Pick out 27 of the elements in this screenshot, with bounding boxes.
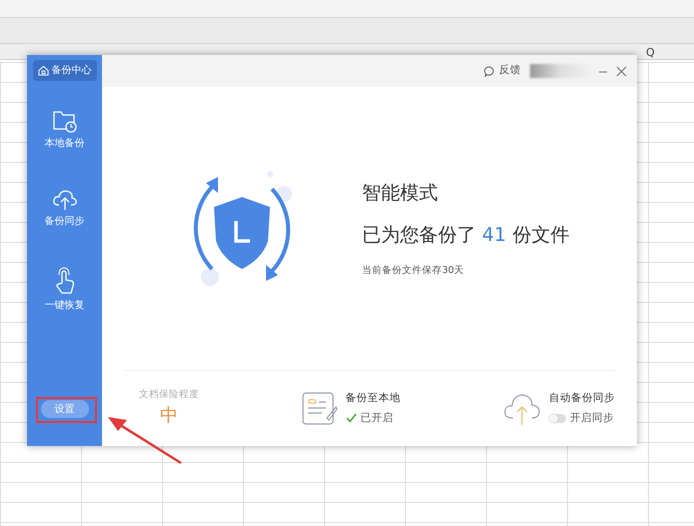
close-icon <box>616 66 627 78</box>
settings-button[interactable]: 设置 <box>40 400 88 418</box>
cloud-upload-icon <box>503 392 541 426</box>
minimize-icon <box>598 70 608 74</box>
nav-item[interactable]: 备份同步 <box>44 189 84 229</box>
cloud-upload-icon <box>52 189 78 211</box>
highlight-frame <box>36 397 97 423</box>
redacted-username <box>530 64 590 78</box>
local-backup-title: 备份至本地 <box>346 390 400 406</box>
auto-sync-title: 自动备份同步 <box>549 390 615 406</box>
feedback-link[interactable]: 反馈 <box>483 62 522 80</box>
folder-clock-icon <box>52 109 78 133</box>
retention-note: 当前备份文件保存30天 <box>362 264 466 278</box>
home-icon <box>38 65 48 76</box>
column-header: Q <box>646 45 655 61</box>
nav-item[interactable]: 一键恢复 <box>44 267 84 313</box>
sync-toggle[interactable] <box>549 414 566 423</box>
mode-title: 智能模式 <box>362 180 439 206</box>
document-pen-icon <box>302 392 338 426</box>
chat-bubble-icon <box>484 66 495 76</box>
backup-summary: 已为您备份了 41 份文件 <box>362 223 570 248</box>
nav-item[interactable]: 本地备份 <box>44 109 84 151</box>
protection-level: 中 <box>160 404 178 428</box>
auto-sync-status: 开启同步 <box>570 410 614 426</box>
brand-label: 备份中心 <box>52 64 92 78</box>
protection-label: 文档保险程度 <box>139 388 199 402</box>
local-backup-status: 已开启 <box>346 410 400 426</box>
